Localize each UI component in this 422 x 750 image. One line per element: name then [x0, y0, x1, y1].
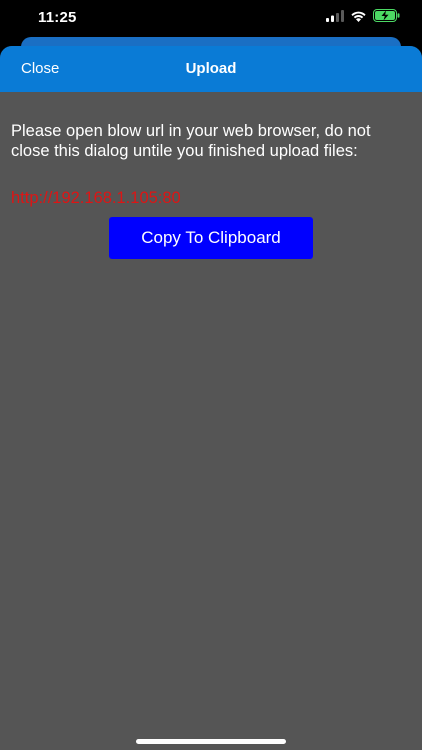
instruction-text: Please open blow url in your web browser… [11, 122, 371, 160]
cellular-signal-icon [326, 9, 344, 27]
upload-modal: Close Upload Please open blow url in you… [0, 46, 422, 750]
battery-charging-icon [373, 9, 400, 27]
nav-bar: Close Upload [0, 46, 422, 92]
status-time: 11:25 [38, 9, 77, 26]
status-icons [326, 9, 400, 27]
home-indicator[interactable] [136, 739, 286, 744]
server-url: http://192.168.1.105:80 [11, 189, 181, 207]
copy-to-clipboard-button[interactable]: Copy To Clipboard [109, 217, 313, 259]
wifi-icon [350, 9, 367, 27]
status-bar: 11:25 [0, 0, 422, 40]
page-title: Upload [185, 60, 237, 77]
